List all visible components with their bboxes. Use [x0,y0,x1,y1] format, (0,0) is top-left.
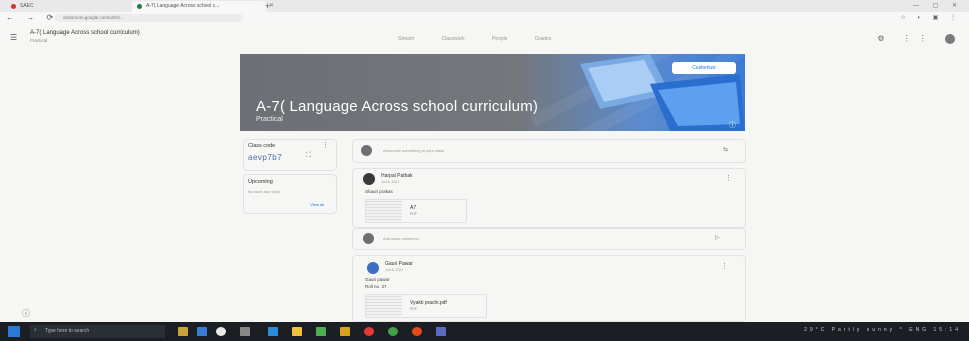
banner-subtitle: Practical [256,116,283,123]
taskbar-app-icon[interactable] [268,327,278,336]
avatar [361,145,372,156]
avatar[interactable] [945,34,955,44]
windows-start-icon[interactable] [8,326,20,337]
windows-taskbar: ⌕ Type here to search 29°C Partly sunny … [0,322,969,341]
attachment-thumbnail [366,295,402,317]
tab-classroom[interactable]: A-7( Language Across school c... ✕ [132,1,274,12]
menu-icon[interactable]: ☰ [10,33,17,42]
tab-stream[interactable]: Stream [398,36,414,42]
url-field[interactable]: classroom.google.com/u/0/c/... [55,14,243,22]
upcoming-card: Upcoming No work due soon View all [243,174,337,214]
taskbar-app-icon[interactable] [197,327,207,336]
taskbar-app-icon[interactable] [364,327,374,336]
attachment-name: A7 [410,205,417,211]
upcoming-text: No work due soon [248,189,281,194]
taskbar-search-placeholder: Type here to search [45,328,90,334]
info-icon[interactable]: ⓘ [729,120,736,130]
avatar [363,233,374,244]
author-avatar [363,173,375,185]
taskbar-app-icon[interactable] [436,327,446,336]
post-author: Harpal Pathak [381,173,413,179]
attachment-thumbnail [366,200,402,222]
post-card: Harpal Pathak Jun 8, 2021 ⋮ Shauri praka… [352,168,746,228]
extension-icons[interactable]: ☆ ◐ ▣ ⋮ [900,12,961,24]
window-controls[interactable]: — ▢ ✕ [913,0,963,12]
post-text: Gauri pawar [365,277,390,282]
attachment-type: PDF [410,307,417,311]
settings-icon[interactable]: ⚙ [877,34,892,43]
system-tray[interactable]: 29°C Partly sunny ^ ENG 15:14 [804,327,961,333]
post-author: Gauri Pawar [385,261,413,267]
browser-tab-bar: SAEC A-7( Language Across school c... ✕ … [0,0,969,12]
class-code-card: Class code ⋮ aevp7b7 ⛶ [243,139,337,171]
attachment-type: PDF [410,212,417,216]
header-class-subtitle: Practical [30,38,48,43]
header-class-title: A-7( Language Across school curriculum) [30,30,140,36]
header-icons: ⚙ ⋮⋮ [877,34,955,44]
more-options-icon[interactable]: ⋮ [322,141,329,149]
tab-saec[interactable]: SAEC [6,1,135,12]
tab-people[interactable]: People [492,36,508,42]
top-nav: Stream Classwork People Grades [398,36,577,42]
browser-nav-icons[interactable]: ← → ⟳ [6,12,58,24]
attachment-name: Vyakti prachi.pdf [410,300,447,306]
taskbar-app-icon[interactable] [216,327,226,336]
post-attachment[interactable]: Vyakti prachi.pdf PDF [365,294,487,318]
taskbar-search[interactable]: ⌕ Type here to search [30,325,165,338]
customize-button[interactable]: Customize [672,62,736,74]
banner-title: A-7( Language Across school curriculum) [256,98,539,115]
post-date: Jun 8, 2021 [385,268,404,272]
taskbar-app-icon[interactable] [178,327,188,336]
repost-icon[interactable]: ⇆ [723,146,728,153]
class-code-value: aevp7b7 [248,153,283,162]
chrome-icon[interactable] [388,327,398,336]
apps-grid-icon[interactable]: ⋮⋮ [903,34,935,43]
taskbar-app-icon[interactable] [412,327,422,336]
saec-tab-icon [11,4,16,9]
taskbar-app-icon[interactable] [340,327,350,336]
taskbar-app-icon[interactable] [240,327,250,336]
more-options-icon[interactable]: ⋮ [725,174,732,182]
post-attachment[interactable]: A7 PDF [365,199,467,223]
announce-input[interactable]: Announce something to your class [383,148,444,153]
fullscreen-icon[interactable]: ⛶ [306,152,311,160]
post-card: Gauri Pawar Jun 8, 2021 ⋮ Gauri pawar Ro… [352,255,746,322]
taskbar-app-icon[interactable] [316,327,326,336]
comment-row[interactable]: Add class comment... ▷ [352,228,746,250]
class-banner: Customize A-7( Language Across school cu… [240,54,745,131]
post-date: Jun 8, 2021 [381,180,400,184]
send-icon[interactable]: ▷ [715,234,720,241]
post-text: Shauri prakas [365,189,393,194]
classroom-tab-icon [137,4,142,9]
address-bar-row: ← → ⟳ classroom.google.com/u/0/c/... ☆ ◐… [0,12,969,24]
author-avatar [367,262,379,274]
help-icon[interactable]: ⓘ [22,308,30,319]
tab-grades[interactable]: Grades [535,36,551,42]
plus-icon[interactable]: + [265,0,270,12]
search-icon: ⌕ [34,327,37,333]
classroom-header: ☰ A-7( Language Across school curriculum… [0,24,969,52]
file-explorer-icon[interactable] [292,327,302,336]
more-options-icon[interactable]: ⋮ [721,262,728,270]
class-code-label: Class code [248,143,276,149]
upcoming-label: Upcoming [248,179,273,185]
tab-classwork[interactable]: Classwork [442,36,465,42]
view-all-link[interactable]: View all [310,202,324,207]
announce-card[interactable]: Announce something to your class ⇆ [352,139,746,163]
post-text-line2: Roll no. 37 [365,284,387,289]
comment-input[interactable]: Add class comment... [383,236,421,241]
